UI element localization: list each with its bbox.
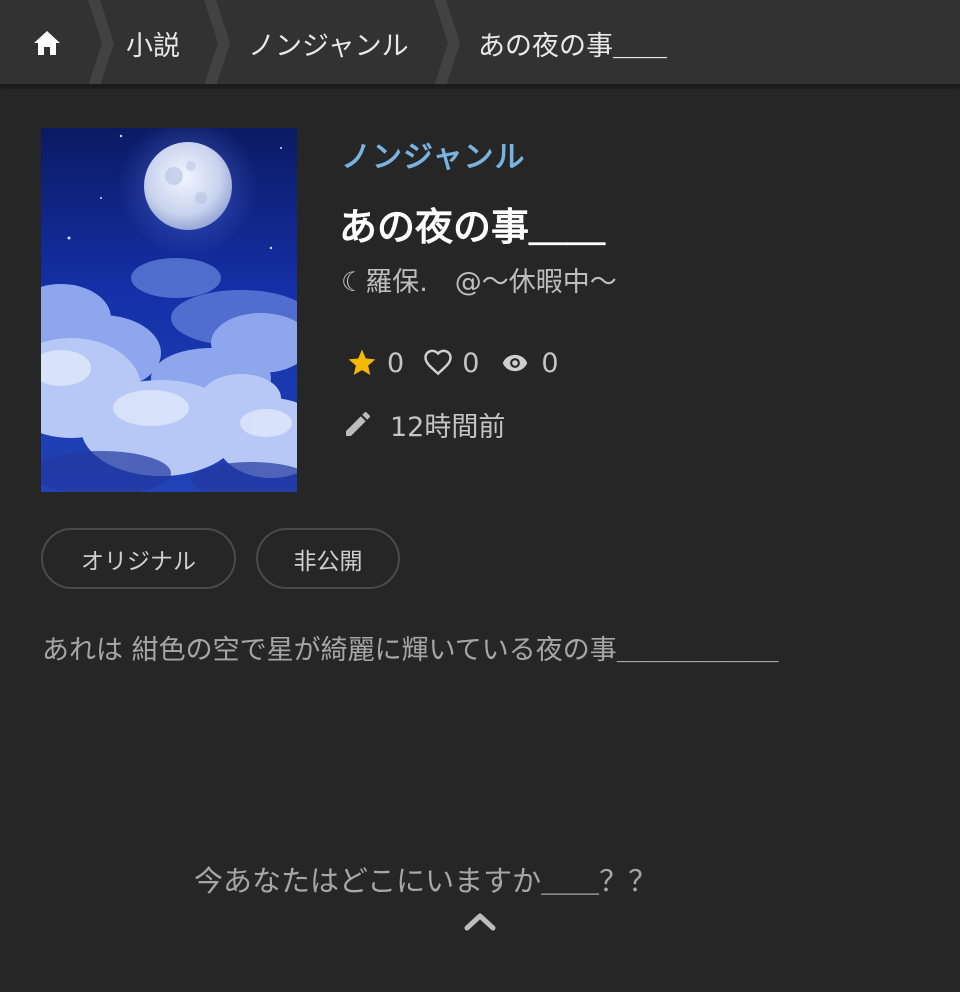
heart-icon xyxy=(424,349,452,376)
work-description: あれは 紺色の空で星が綺麗に輝いている夜の事＿＿＿＿＿＿ xyxy=(42,635,779,666)
star-count-value: 0 xyxy=(387,347,405,379)
view-count: 0 xyxy=(497,347,559,379)
breadcrumb-item-novel[interactable]: 小説 xyxy=(126,0,180,84)
cover-image[interactable] xyxy=(41,128,297,492)
breadcrumb-item-title[interactable]: あの夜の事＿＿ xyxy=(478,0,667,84)
like-count[interactable]: 0 xyxy=(422,348,479,379)
author-link[interactable]: ☾羅保. @〜休暇中〜 xyxy=(341,260,617,299)
expand-toggle-button[interactable] xyxy=(462,906,498,936)
last-updated: 12時間前 xyxy=(342,404,505,444)
breadcrumb-separator xyxy=(434,0,460,84)
tag-original[interactable]: オリジナル xyxy=(41,528,236,589)
breadcrumb-item-genre[interactable]: ノンジャンル xyxy=(248,0,409,84)
work-teaser: 今あなたはどこにいますか＿＿？？ xyxy=(194,864,658,898)
pencil-icon xyxy=(346,412,370,436)
star-icon xyxy=(348,349,376,375)
tag-private[interactable]: 非公開 xyxy=(256,528,400,589)
work-title: あの夜の事＿＿ xyxy=(339,205,606,249)
like-count-value: 0 xyxy=(462,347,480,379)
last-updated-text: 12時間前 xyxy=(390,411,506,443)
night-moon-cover xyxy=(41,128,297,492)
view-count-value: 0 xyxy=(541,347,559,379)
breadcrumb-separator xyxy=(204,0,230,84)
chevron-up-icon xyxy=(464,913,496,931)
star-count[interactable]: 0 xyxy=(345,347,404,379)
breadcrumb-separator xyxy=(88,0,114,84)
genre-link[interactable]: ノンジャンル xyxy=(341,132,526,176)
home-icon xyxy=(34,31,60,55)
breadcrumb: 小説 ノンジャンル あの夜の事＿＿ xyxy=(0,0,960,86)
work-stats: 0 0 0 xyxy=(345,343,577,383)
breadcrumb-home[interactable] xyxy=(0,0,98,84)
eye-icon xyxy=(503,354,528,372)
